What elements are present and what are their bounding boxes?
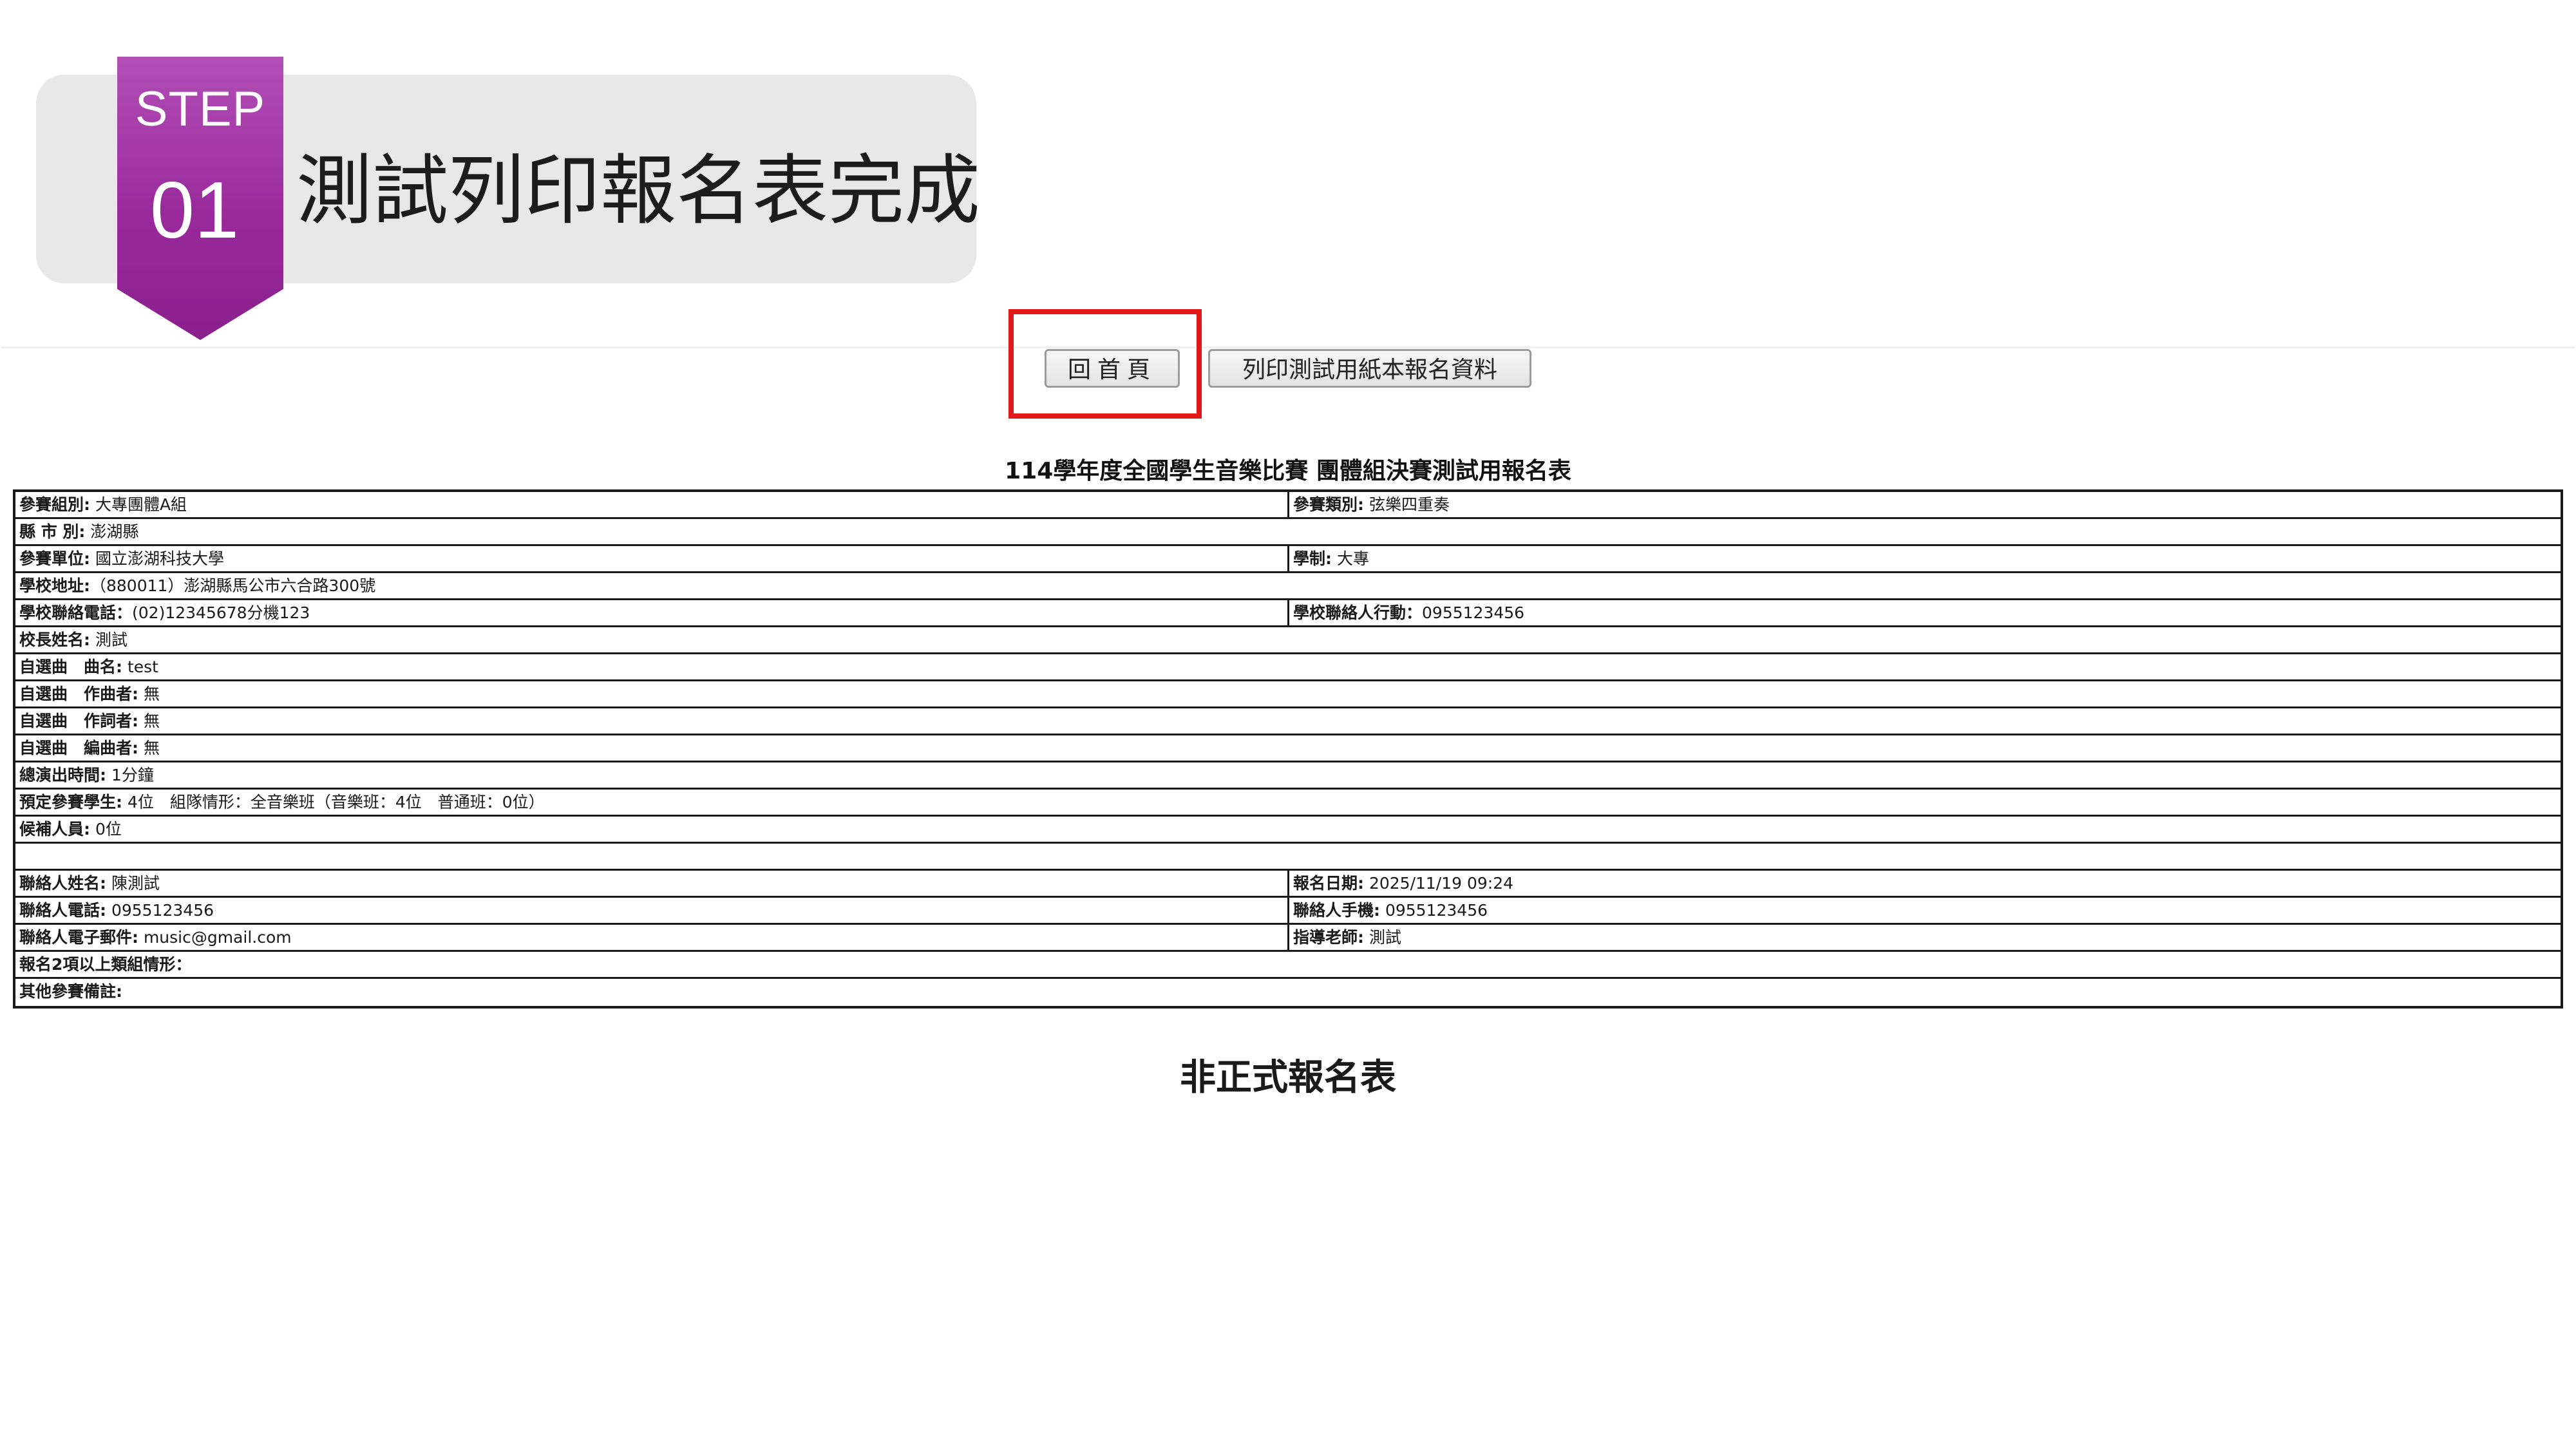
form-cell: 候補人員: 0位 xyxy=(19,820,122,838)
print-paper-form-button[interactable]: 列印測試用紙本報名資料 xyxy=(1208,349,1531,388)
form-cell: 聯絡人姓名: 陳測試 xyxy=(15,871,1289,896)
step-number: 01 xyxy=(150,166,239,255)
form-cell: 學制: 大專 xyxy=(1293,549,1369,568)
highlight-box xyxy=(1009,309,1202,419)
step-ribbon: STEP 01 xyxy=(117,57,283,340)
form-cell: 聯絡人電子郵件: music@gmail.com xyxy=(15,925,1289,950)
form-cell xyxy=(15,844,2561,869)
form-cell: 學校地址:（880011）澎湖縣馬公市六合路300號 xyxy=(19,576,376,595)
step-label: STEP xyxy=(135,82,266,137)
form-cell: 其他參賽備註: xyxy=(19,982,122,1001)
table-row: 預定參賽學生: 4位 組隊情形：全音樂班（音樂班：4位 普通班：0位） xyxy=(15,790,2561,817)
form-cell: 自選曲 編曲者: 無 xyxy=(19,739,160,757)
form-cell: 縣 市 別: 澎湖縣 xyxy=(19,522,139,541)
form-cell: 自選曲 作曲者: 無 xyxy=(19,685,160,703)
registration-form-table: 參賽組別: 大專團體A組 參賽類別: 弦樂四重奏 縣 市 別: 澎湖縣 參賽單位… xyxy=(13,489,2563,1009)
table-row: 候補人員: 0位 xyxy=(15,817,2561,844)
form-cell: 校長姓名: 測試 xyxy=(19,630,128,649)
table-row: 自選曲 編曲者: 無 xyxy=(15,735,2561,762)
table-row: 聯絡人電話: 0955123456 聯絡人手機: 0955123456 xyxy=(15,898,2561,925)
table-row: 參賽單位: 國立澎湖科技大學 學制: 大專 xyxy=(15,546,2561,573)
form-title: 114學年度全國學生音樂比賽 團體組決賽測試用報名表 xyxy=(1005,458,1571,484)
form-cell: 聯絡人手機: 0955123456 xyxy=(1293,901,1488,920)
table-row: 自選曲 作曲者: 無 xyxy=(15,681,2561,708)
table-row: 聯絡人姓名: 陳測試 報名日期: 2025/11/19 09:24 xyxy=(15,871,2561,898)
form-cell: 學校聯絡電話：(02)12345678分機123 xyxy=(15,600,1289,625)
screenshot-divider xyxy=(0,346,2576,348)
table-row: 其他參賽備註: xyxy=(15,979,2561,1006)
form-cell: 聯絡人電話: 0955123456 xyxy=(15,898,1289,923)
unofficial-form-note: 非正式報名表 xyxy=(1180,1057,1396,1099)
table-row xyxy=(15,844,2561,871)
form-cell: 報名日期: 2025/11/19 09:24 xyxy=(1293,874,1514,893)
table-row: 報名2項以上類組情形： xyxy=(15,952,2561,979)
table-row: 聯絡人電子郵件: music@gmail.com 指導老師: 測試 xyxy=(15,925,2561,952)
form-cell: 自選曲 曲名: test xyxy=(19,658,158,676)
table-row: 學校地址:（880011）澎湖縣馬公市六合路300號 xyxy=(15,573,2561,600)
form-cell: 參賽類別: 弦樂四重奏 xyxy=(1293,495,1450,514)
table-row: 學校聯絡電話：(02)12345678分機123 學校聯絡人行動：0955123… xyxy=(15,600,2561,627)
table-row: 縣 市 別: 澎湖縣 xyxy=(15,519,2561,546)
form-cell: 預定參賽學生: 4位 組隊情形：全音樂班（音樂班：4位 普通班：0位） xyxy=(19,793,545,811)
form-cell: 報名2項以上類組情形： xyxy=(19,955,192,974)
table-row: 總演出時間: 1分鐘 xyxy=(15,762,2561,790)
table-row: 自選曲 曲名: test xyxy=(15,654,2561,681)
step-title: 測試列印報名表完成 xyxy=(296,146,981,235)
table-row: 自選曲 作詞者: 無 xyxy=(15,708,2561,735)
table-row: 參賽組別: 大專團體A組 參賽類別: 弦樂四重奏 xyxy=(15,492,2561,519)
form-cell: 學校聯絡人行動：0955123456 xyxy=(1293,603,1525,622)
form-cell: 參賽組別: 大專團體A組 xyxy=(15,492,1289,517)
form-cell: 總演出時間: 1分鐘 xyxy=(19,766,154,784)
form-cell: 參賽單位: 國立澎湖科技大學 xyxy=(15,546,1289,571)
form-cell: 自選曲 作詞者: 無 xyxy=(19,712,160,730)
table-row: 校長姓名: 測試 xyxy=(15,627,2561,654)
form-cell: 指導老師: 測試 xyxy=(1293,928,1401,947)
